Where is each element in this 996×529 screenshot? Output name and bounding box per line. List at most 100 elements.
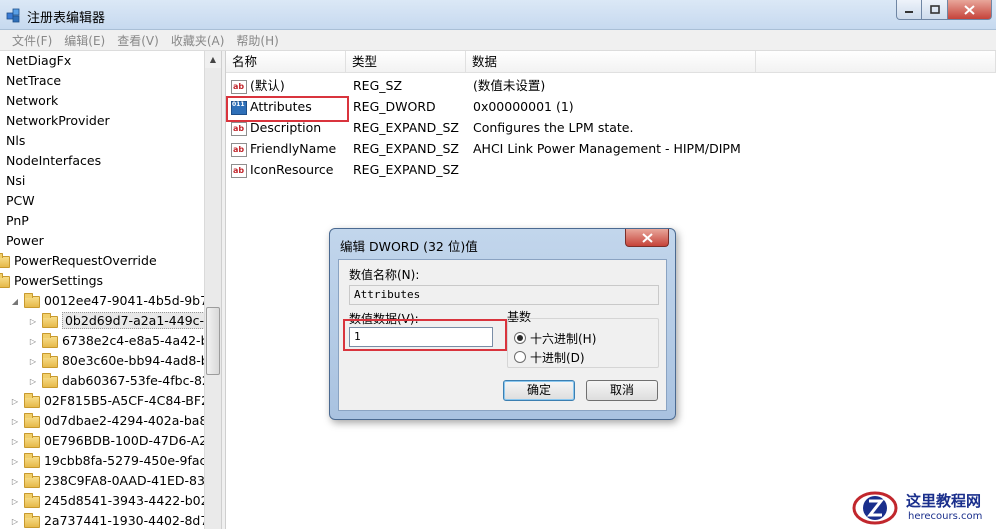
tree-item-label: Power (6, 233, 44, 248)
site-watermark: 这里教程网 herecours.com (846, 486, 996, 529)
tree-item[interactable]: PowerSettings (0, 271, 103, 291)
expand-arrow-icon[interactable]: ▷ (28, 332, 38, 352)
tree-item-label: Nsi (6, 173, 26, 188)
ok-button[interactable]: 确定 (503, 380, 575, 401)
tree-item[interactable]: ▷ dab60367-53fe-4fbc-825 (28, 371, 204, 391)
value-name-label: 数值名称(N): (349, 268, 420, 282)
value-name: (默认) (250, 78, 285, 93)
value-name: FriendlyName (250, 141, 337, 156)
folder-icon (0, 252, 10, 268)
tree-item[interactable]: ▷ 2a737441-1930-4402-8d77- (10, 511, 204, 529)
string-value-icon: ab (231, 142, 247, 157)
string-value-icon: ab (231, 121, 247, 136)
scroll-up-icon[interactable]: ▲ (205, 51, 221, 68)
folder-icon (23, 512, 40, 528)
tree-item[interactable]: NodeInterfaces (6, 151, 101, 171)
expand-arrow-icon[interactable]: ▷ (28, 372, 38, 392)
tree-item[interactable]: ▷ 0E796BDB-100D-47D6-A2D (10, 431, 204, 451)
folder-icon (23, 492, 40, 508)
expand-arrow-icon[interactable]: ▷ (10, 432, 20, 452)
title-bar: 注册表编辑器 (0, 0, 996, 30)
tree-item[interactable]: ▷ 80e3c60e-bb94-4ad8-bb (28, 351, 204, 371)
value-name: IconResource (250, 162, 334, 177)
value-type: REG_DWORD (353, 99, 436, 114)
value-name-cell: ab (默认) (231, 75, 285, 96)
menu-edit[interactable]: 编辑(E) (58, 32, 111, 49)
folder-icon (41, 352, 58, 368)
tree-item[interactable]: ▷ 238C9FA8-0AAD-41ED-83F4 (10, 471, 204, 491)
value-row[interactable]: ab FriendlyName REG_EXPAND_SZ AHCI Link Pow… (226, 138, 996, 159)
tree-item[interactable]: Power (6, 231, 44, 251)
dialog-close-button[interactable] (625, 229, 669, 247)
radio-dec[interactable]: 十进制(D) (514, 349, 585, 365)
window-title: 注册表编辑器 (27, 11, 106, 26)
expand-arrow-icon[interactable]: ▷ (10, 412, 20, 432)
value-row[interactable]: ab (默认) REG_SZ (数值未设置) (226, 75, 996, 96)
menu-bar: 文件(F) 编辑(E) 查看(V) 收藏夹(A) 帮助(H) (0, 30, 996, 51)
maximize-button[interactable] (922, 0, 948, 20)
column-header-data[interactable]: 数据 (466, 51, 756, 73)
scroll-thumb[interactable] (206, 307, 220, 375)
tree-item[interactable]: Network (6, 91, 58, 111)
tree-item[interactable]: NetTrace (6, 71, 61, 91)
expand-arrow-icon[interactable]: ▷ (10, 472, 20, 492)
tree-item[interactable]: ▷ 6738e2c4-e8a5-4a42-b1 (28, 331, 204, 351)
tree-item[interactable]: ▷ 0d7dbae2-4294-402a-ba8e (10, 411, 204, 431)
expand-arrow-icon[interactable]: ▷ (10, 512, 20, 529)
tree-item-label: NetTrace (6, 73, 62, 88)
tree-scrollbar[interactable]: ▲ (204, 51, 221, 529)
menu-view[interactable]: 查看(V) (111, 32, 165, 49)
tree-item-label: 0E796BDB-100D-47D6-A2D (43, 433, 204, 448)
minimize-button[interactable] (896, 0, 922, 20)
tree-item[interactable]: PowerRequestOverride (0, 251, 157, 271)
expand-arrow-icon[interactable]: ▷ (10, 452, 20, 472)
collapse-arrow-icon[interactable]: ◢ (10, 292, 20, 312)
tree-item[interactable]: ◢ 0012ee47-9041-4b5d-9b77 (10, 291, 204, 311)
tree-item[interactable]: ▷ 0b2d69d7-a2a1-449c-96 (28, 311, 204, 331)
expand-arrow-icon[interactable]: ▷ (28, 352, 38, 372)
tree-item-label: 245d8541-3943-4422-b025- (43, 493, 204, 508)
close-icon (641, 232, 653, 243)
radio-dec-label: 十进制(D) (530, 350, 585, 365)
value-name-cell: ab FriendlyName (231, 138, 336, 159)
tree-item-label: 0b2d69d7-a2a1-449c-96 (61, 312, 204, 329)
tree-item-label: PowerRequestOverride (14, 253, 157, 268)
tree-item-label: PCW (6, 193, 35, 208)
site-logo-icon (852, 491, 898, 525)
tree-item[interactable]: ▷ 245d8541-3943-4422-b025- (10, 491, 204, 511)
radio-dec-button[interactable] (514, 351, 526, 363)
close-button[interactable] (948, 0, 992, 20)
expand-arrow-icon[interactable]: ▷ (28, 312, 38, 332)
menu-favorites[interactable]: 收藏夹(A) (165, 32, 231, 49)
tree-item[interactable]: Nsi (6, 171, 25, 191)
tree-item-label: 6738e2c4-e8a5-4a42-b1 (61, 333, 204, 348)
tree-item[interactable]: NetworkProvider (6, 111, 110, 131)
watermark-title: 这里教程网 (906, 492, 982, 510)
tree-item-label: 02F815B5-A5CF-4C84-BF20- (43, 393, 204, 408)
regedit-app-icon (6, 8, 20, 23)
value-name-cell: ab IconResource (231, 159, 333, 180)
folder-icon (23, 392, 40, 408)
value-data: (数值未设置) (473, 78, 546, 93)
column-header-type[interactable]: 类型 (346, 51, 466, 73)
tree-item-label: NetworkProvider (6, 113, 110, 128)
tree-item-label: Nls (6, 133, 26, 148)
tree-item[interactable]: PnP (6, 211, 29, 231)
tree-item-label: 2a737441-1930-4402-8d77- (43, 513, 204, 528)
tree-item[interactable]: PCW (6, 191, 35, 211)
value-type: REG_EXPAND_SZ (353, 162, 459, 177)
expand-arrow-icon[interactable]: ▷ (10, 392, 20, 412)
cancel-button[interactable]: 取消 (586, 380, 658, 401)
expand-arrow-icon[interactable]: ▷ (10, 492, 20, 512)
tree-item[interactable]: ▷ 02F815B5-A5CF-4C84-BF20- (10, 391, 204, 411)
menu-help[interactable]: 帮助(H) (230, 32, 284, 49)
column-header-name[interactable]: 名称 (226, 51, 346, 73)
radio-hex-button[interactable] (514, 332, 526, 344)
minimize-icon (905, 10, 913, 13)
radio-hex[interactable]: 十六进制(H) (514, 330, 596, 346)
tree-item[interactable]: ▷ 19cbb8fa-5279-450e-9fac-8 (10, 451, 204, 471)
tree-item[interactable]: Nls (6, 131, 25, 151)
menu-file[interactable]: 文件(F) (6, 32, 58, 49)
tree-item[interactable]: NetDiagFx (6, 51, 71, 71)
value-row[interactable]: ab IconResource REG_EXPAND_SZ (226, 159, 996, 180)
